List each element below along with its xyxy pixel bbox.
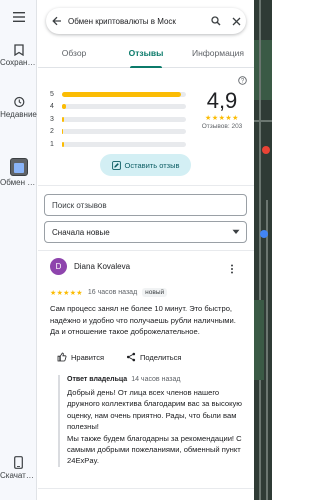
map-road <box>266 200 268 500</box>
rail-place-label: Обмен крипто... <box>0 178 37 187</box>
chevron-down-icon <box>232 229 240 234</box>
rating-bar-fill <box>62 104 66 110</box>
rating-bar-track <box>62 141 186 147</box>
search-button[interactable] <box>206 8 226 34</box>
share-button[interactable]: Поделиться <box>126 352 181 362</box>
map-road <box>259 0 261 500</box>
owner-reply: Ответ владельца 14 часов назад Добрый ден… <box>58 375 248 467</box>
rating-bar-track <box>62 91 186 97</box>
like-label: Нравится <box>71 352 105 362</box>
rating-star-label: 3 <box>50 115 54 123</box>
tab-bar: Обзор Отзывы Информация <box>38 40 254 68</box>
rail-get-app[interactable]: Скачать прилож... <box>0 456 37 481</box>
menu-button[interactable] <box>0 12 37 24</box>
review-time: 16 часов назад <box>87 289 138 296</box>
new-badge: новый <box>142 288 168 297</box>
tab-overview[interactable]: Обзор <box>38 40 110 67</box>
rating-bar-fill <box>62 116 65 122</box>
place-panel: Обмен криптовалюты в Моск Обзор Отзывы И… <box>38 0 254 500</box>
back-button[interactable] <box>46 8 68 34</box>
divider <box>38 488 254 489</box>
tab-info[interactable]: Информация <box>182 40 254 67</box>
rail-recent[interactable]: Недавние <box>0 96 37 120</box>
review-author[interactable]: Diana Kovaleva <box>74 262 130 271</box>
sort-select[interactable]: Сначала новые <box>44 221 247 243</box>
rating-bar-track <box>62 104 186 110</box>
edit-review-icon <box>111 160 121 170</box>
like-button[interactable]: Нравится <box>57 352 104 362</box>
divider <box>38 250 254 251</box>
rating-row: 5 <box>50 88 186 101</box>
search-reviews-input[interactable] <box>44 194 247 216</box>
map-block <box>254 40 272 100</box>
share-icon <box>126 352 136 362</box>
rating-bar-track <box>62 116 186 122</box>
owner-reply-time: 14 часов назад <box>131 376 181 383</box>
rating-row: 2 <box>50 126 186 139</box>
tab-reviews[interactable]: Отзывы <box>110 40 182 68</box>
close-icon <box>232 17 240 25</box>
rating-summary: 4,9 ★★★★★ Отзывов: 203 <box>196 88 248 130</box>
map-block <box>254 300 264 380</box>
rail-recent-place[interactable]: Обмен крипто... <box>0 158 37 188</box>
review-actions: Нравится Поделиться <box>50 352 246 366</box>
map-pin[interactable] <box>260 230 268 238</box>
owner-reply-text: Добрый день! От лица всех членов нашего … <box>67 388 243 466</box>
rail-saved[interactable]: Сохранено <box>0 44 37 68</box>
review-stars: ★★★★★ <box>50 289 83 297</box>
rail-get-app-label: Скачать прилож... <box>0 471 37 480</box>
rating-star-label: 5 <box>50 90 54 98</box>
help-icon: ? <box>238 76 247 85</box>
left-rail: Сохранено Недавние Обмен крипто... Скача… <box>0 0 37 500</box>
rating-row: 3 <box>50 113 186 126</box>
history-icon <box>13 96 24 108</box>
review-text: Сам процесс занял не более 10 минут. Это… <box>50 304 236 336</box>
clear-search-button[interactable] <box>226 8 246 34</box>
map-pin[interactable] <box>262 146 270 154</box>
map-road <box>254 120 272 122</box>
rail-recent-label: Недавние <box>0 110 37 119</box>
search-query[interactable]: Обмен криптовалюты в Моск <box>68 17 206 26</box>
bookmark-icon <box>13 44 24 56</box>
write-review-label: Оставить отзыв <box>124 160 180 170</box>
menu-icon <box>12 12 25 22</box>
more-vert-icon <box>231 264 233 274</box>
share-label: Поделиться <box>140 352 182 362</box>
arrow-back-icon <box>52 16 61 26</box>
rating-star-label: 4 <box>50 103 54 111</box>
rating-bar-track <box>62 129 186 135</box>
rating-row: 1 <box>50 138 186 151</box>
rating-bar-fill <box>62 91 182 97</box>
rating-stars: ★★★★★ <box>205 115 239 122</box>
phone-icon <box>14 456 23 469</box>
review-count[interactable]: Отзывов: 203 <box>196 123 248 130</box>
rating-bar-fill <box>62 129 64 135</box>
owner-reply-title: Ответ владельца <box>67 376 128 383</box>
review-more-button[interactable] <box>230 261 234 279</box>
rail-saved-label: Сохранено <box>0 58 37 67</box>
rating-row: 4 <box>50 101 186 114</box>
place-thumbnail <box>9 158 28 176</box>
divider <box>38 185 254 186</box>
rating-star-label: 1 <box>50 140 54 148</box>
search-icon <box>211 16 221 26</box>
rating-bar-fill <box>62 141 65 147</box>
thumb-up-icon <box>57 352 67 362</box>
rating-distribution: 5 4 3 2 1 <box>50 88 186 151</box>
sort-value: Сначала новые <box>52 227 110 237</box>
map-canvas[interactable] <box>254 0 272 500</box>
write-review-button[interactable]: Оставить отзыв <box>100 154 191 176</box>
review-meta: ★★★★★ 16 часов назад новый <box>50 288 246 297</box>
search-box[interactable]: Обмен криптовалюты в Моск <box>46 8 246 34</box>
rating-score: 4,9 <box>206 88 238 113</box>
owner-reply-header: Ответ владельца 14 часов назад <box>67 375 248 385</box>
avatar[interactable]: D <box>50 258 67 275</box>
rating-star-label: 2 <box>50 128 54 136</box>
